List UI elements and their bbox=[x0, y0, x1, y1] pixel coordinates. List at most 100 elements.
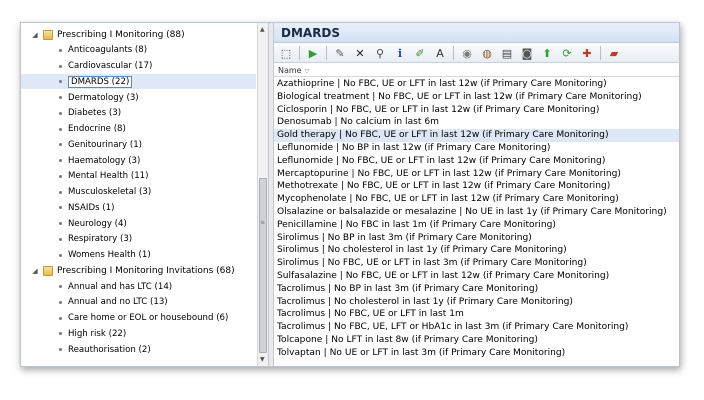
font-icon[interactable]: A bbox=[432, 45, 448, 61]
tree-item[interactable]: Diabetes (3) bbox=[21, 106, 256, 121]
bullet-icon bbox=[59, 96, 62, 99]
tree-item-label: Reauthorisation (2) bbox=[68, 344, 151, 355]
tree-item-label: Cardiovascular (17) bbox=[68, 61, 153, 71]
tree-item[interactable]: Endocrine (8) bbox=[21, 122, 256, 137]
toolbar-separator bbox=[326, 46, 327, 60]
database-icon[interactable]: ◉ bbox=[459, 45, 475, 61]
list-item[interactable]: Leflunomide | No FBC, UE or LFT in last … bbox=[274, 155, 679, 168]
tree-expander-icon[interactable]: ◢ bbox=[31, 267, 39, 275]
scrollbar-thumb[interactable] bbox=[259, 178, 267, 353]
camera-icon[interactable]: ◙ bbox=[519, 45, 535, 61]
tree-item-label: Dermatology (3) bbox=[68, 92, 139, 103]
tree-item[interactable]: Haematology (3) bbox=[21, 153, 256, 168]
tree-item[interactable]: Mental Health (11) bbox=[21, 169, 256, 184]
list-item[interactable]: Mycophenolate | No FBC, UE or LFT in las… bbox=[274, 193, 679, 206]
tree-item-label: Mental Health (11) bbox=[68, 171, 149, 182]
results-panel: DMARDS ⬚ ▶ ✎ ✕ ⚲ i ✐ A ◉ ◍ ▤ ◙ ⬆ ⟳ ✚ ▰ Name ▽ Azathiopri… bbox=[274, 23, 679, 366]
list-item[interactable]: Tacrolimus | No FBC, UE or LFT in last 1… bbox=[274, 308, 679, 321]
list-item[interactable]: Sulfasalazine | No FBC, UE or LFT in las… bbox=[274, 270, 679, 283]
select-all-icon[interactable]: ⬚ bbox=[278, 45, 294, 61]
tree-item[interactable]: High risk (22) bbox=[21, 326, 256, 341]
tree-item-label: Womens Health (1) bbox=[68, 250, 151, 260]
tree-item[interactable]: Respiratory (3) bbox=[21, 232, 256, 247]
scrollbar-grip-icon: ≡ bbox=[260, 219, 266, 226]
tree-group-label: Prescribing I Monitoring (88) bbox=[57, 29, 185, 40]
scroll-up-arrow-icon[interactable]: ▲ bbox=[260, 26, 265, 33]
list-item[interactable]: Ciclosporin | No FBC, UE or LFT in last … bbox=[274, 104, 679, 117]
tree-item[interactable]: Musculoskeletal (3) bbox=[21, 185, 256, 200]
move-up-icon[interactable]: ⬆ bbox=[539, 45, 555, 61]
database-export-icon[interactable]: ◍ bbox=[479, 45, 495, 61]
tree-item-label: Neurology (4) bbox=[68, 218, 127, 229]
scroll-down-arrow-icon[interactable]: ▼ bbox=[260, 356, 265, 363]
tree-group-label: Prescribing I Monitoring Invitations (68… bbox=[57, 265, 235, 276]
list-item[interactable]: Biological treatment | No FBC, UE or LFT… bbox=[274, 91, 679, 104]
list-item[interactable]: Sirolimus | No cholesterol in last 1y (i… bbox=[274, 244, 679, 257]
list-item[interactable]: Tolcapone | No LFT in last 8w (if Primar… bbox=[274, 334, 679, 347]
refresh-icon[interactable]: ⟳ bbox=[559, 45, 575, 61]
edit-icon[interactable]: ✎ bbox=[332, 45, 348, 61]
tree-item[interactable]: Annual and no LTC (13) bbox=[21, 295, 256, 310]
list-item[interactable]: Olsalazine or balsalazide or mesalazine … bbox=[274, 206, 679, 219]
list-item[interactable]: Gold therapy | No FBC, UE or LFT in last… bbox=[274, 129, 679, 142]
tree-group-0[interactable]: ◢ Prescribing I Monitoring (88) bbox=[31, 27, 185, 42]
tree-item[interactable]: Cardiovascular (17) bbox=[21, 59, 256, 74]
tree-item-label: Anticoagulants (8) bbox=[68, 45, 148, 56]
folder-icon bbox=[43, 29, 53, 40]
list-item[interactable]: Tacrolimus | No cholesterol in last 1y (… bbox=[274, 296, 679, 309]
sort-indicator-icon: ▽ bbox=[304, 68, 310, 75]
list-item[interactable]: Sirolimus | No BP in last 3m (if Primary… bbox=[274, 232, 679, 245]
tree-item[interactable]: Anticoagulants (8) bbox=[21, 43, 256, 58]
tree-item[interactable]: Genitourinary (1) bbox=[21, 137, 256, 152]
category-tree: ◢ Prescribing I Monitoring (88) Anticoagul… bbox=[21, 23, 256, 366]
bullet-icon bbox=[59, 143, 62, 147]
tree-group-1[interactable]: ◢ Prescribing I Monitoring Invitations (6… bbox=[31, 263, 235, 278]
tree-scrollbar[interactable]: ▲ ≡ ▼ bbox=[257, 23, 268, 366]
bullet-icon bbox=[59, 237, 62, 241]
tree-item[interactable]: DMARDS (22) bbox=[21, 74, 256, 90]
tree-item-label: NSAIDs (1) bbox=[68, 202, 115, 213]
tree-item[interactable]: Annual and has LTC (14) bbox=[21, 279, 256, 294]
report-icon[interactable]: ▤ bbox=[499, 45, 515, 61]
list-item[interactable]: Denosumab | No calcium in last 6m bbox=[274, 116, 679, 129]
list-item[interactable]: Tolvaptan | No UE or LFT in last 3m (if … bbox=[274, 347, 679, 360]
column-header-name[interactable]: Name ▽ bbox=[274, 64, 679, 77]
tree-item[interactable]: Dermatology (3) bbox=[21, 90, 256, 105]
folder-icon bbox=[43, 265, 53, 276]
bullet-icon bbox=[59, 222, 62, 225]
bullet-icon bbox=[59, 190, 62, 194]
list-item[interactable]: Mercaptopurine | No FBC, UE or LFT in la… bbox=[274, 168, 679, 181]
tree-item[interactable]: NSAIDs (1) bbox=[21, 200, 256, 215]
results-list: Azathioprine | No FBC, UE or LFT in last… bbox=[274, 78, 679, 360]
bullet-icon bbox=[59, 300, 62, 304]
panel-title: DMARDS bbox=[274, 23, 679, 43]
merge-icon[interactable]: ✚ bbox=[579, 45, 595, 61]
book-icon[interactable]: ▰ bbox=[606, 45, 622, 61]
tree-item[interactable]: Womens Health (1) bbox=[21, 248, 256, 263]
bullet-icon bbox=[59, 48, 62, 52]
tree-item-label: Musculoskeletal (3) bbox=[68, 187, 152, 197]
tree-item-label: Annual and no LTC (13) bbox=[68, 297, 168, 308]
find-icon[interactable]: ⚲ bbox=[372, 45, 388, 61]
tree-item[interactable]: Care home or EOL or housebound (6) bbox=[21, 311, 256, 326]
bullet-icon bbox=[59, 80, 62, 84]
tree-expander-icon[interactable]: ◢ bbox=[31, 31, 39, 39]
tree-item[interactable]: Reauthorisation (2) bbox=[21, 342, 256, 357]
list-item[interactable]: Leflunomide | No BP in last 12w (if Prim… bbox=[274, 142, 679, 155]
list-item[interactable]: Tacrolimus | No BP in last 3m (if Primar… bbox=[274, 283, 679, 296]
tree-item-label: Respiratory (3) bbox=[68, 234, 133, 245]
pen-icon[interactable]: ✐ bbox=[412, 45, 428, 61]
toolbar: ⬚ ▶ ✎ ✕ ⚲ i ✐ A ◉ ◍ ▤ ◙ ⬆ ⟳ ✚ ▰ bbox=[274, 44, 679, 63]
list-item[interactable]: Methotrexate | No FBC, UE or LFT in last… bbox=[274, 180, 679, 193]
list-item[interactable]: Penicillamine | No FBC in last 1m (if Pr… bbox=[274, 219, 679, 232]
run-icon[interactable]: ▶ bbox=[305, 45, 321, 61]
tree-item[interactable]: Neurology (4) bbox=[21, 216, 256, 231]
list-item[interactable]: Sirolimus | No FBC, UE or LFT in last 3m… bbox=[274, 257, 679, 270]
info-icon[interactable]: i bbox=[392, 45, 408, 61]
tree-item-label: Care home or EOL or housebound (6) bbox=[68, 313, 229, 323]
list-item[interactable]: Azathioprine | No FBC, UE or LFT in last… bbox=[274, 78, 679, 91]
tree-item-label: Haematology (3) bbox=[68, 155, 141, 166]
list-item[interactable]: Tacrolimus | No FBC, UE, LFT or HbA1c in… bbox=[274, 321, 679, 334]
delete-icon[interactable]: ✕ bbox=[352, 45, 368, 61]
tree-item-label: DMARDS (22) bbox=[68, 75, 133, 88]
